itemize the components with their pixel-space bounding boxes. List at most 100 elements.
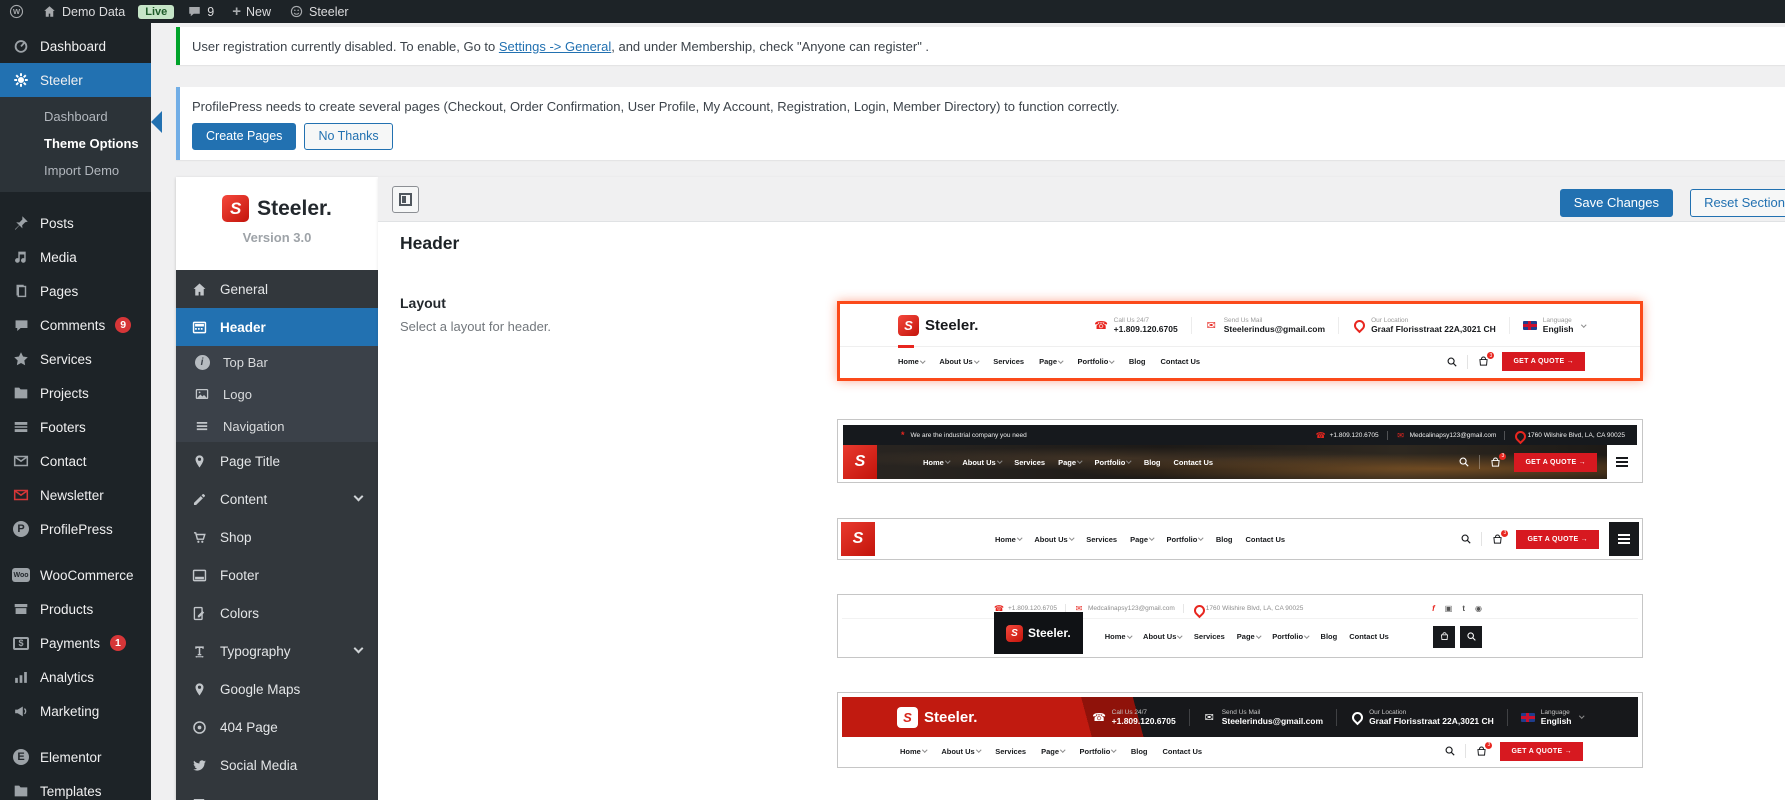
header-layout-option-5[interactable]: S Steeler. Call Us 24/7+1.809.120.6705	[837, 692, 1643, 768]
theme-menu-navigation[interactable]: Navigation	[176, 410, 378, 442]
settings-general-link[interactable]: Settings -> General	[499, 39, 611, 54]
theme-menu-page-title[interactable]: Page Title	[176, 442, 378, 480]
sidebar-item-elementor[interactable]: E Elementor	[0, 740, 151, 774]
sidebar-item-templates[interactable]: Templates	[0, 774, 151, 800]
theme-menu-header[interactable]: Header	[176, 308, 378, 346]
submenu-item-theme-options[interactable]: Theme Options	[0, 130, 151, 157]
cart-icon[interactable]: 3	[1491, 529, 1509, 546]
preview-nav-link[interactable]: Services	[1194, 632, 1225, 641]
wordpress-logo-menu[interactable]	[0, 0, 33, 23]
get-a-quote-button[interactable]: GET A QUOTE →	[1514, 452, 1597, 472]
preview-nav-link[interactable]: Home	[898, 357, 926, 366]
theme-menu-404-page[interactable]: 404 Page	[176, 708, 378, 746]
cart-icon[interactable]	[1433, 625, 1455, 648]
create-pages-button[interactable]: Create Pages	[192, 123, 297, 150]
preview-nav-link[interactable]: Page	[1058, 458, 1083, 467]
preview-nav-link[interactable]: Blog	[1321, 632, 1338, 641]
header-layout-option-3[interactable]: S Home About Us Services Page Portfolio Blog C…	[837, 518, 1643, 560]
sidebar-item-woocommerce[interactable]: Woo WooCommerce	[0, 558, 151, 592]
preview-nav-link[interactable]: Home	[900, 747, 928, 756]
theme-menu-google-maps[interactable]: Google Maps	[176, 670, 378, 708]
preview-nav-link[interactable]: Blog	[1144, 458, 1161, 467]
cart-icon[interactable]: 3	[1489, 452, 1507, 469]
sidebar-item-footers[interactable]: Footers	[0, 410, 151, 444]
submenu-item-import-demo[interactable]: Import Demo	[0, 157, 151, 184]
get-a-quote-button[interactable]: GET A QUOTE →	[1516, 529, 1599, 549]
sidebar-item-payments[interactable]: $ Payments 1	[0, 626, 151, 660]
comments-menu[interactable]: 9	[178, 0, 223, 23]
preview-nav-link[interactable]: Blog	[1216, 535, 1233, 544]
sidebar-item-profilepress[interactable]: P ProfilePress	[0, 512, 151, 546]
submenu-item-dashboard[interactable]: Dashboard	[0, 103, 151, 130]
no-thanks-button[interactable]: No Thanks	[304, 123, 393, 150]
theme-menu-footer[interactable]: Footer	[176, 556, 378, 594]
layout-toggle-button[interactable]	[392, 186, 419, 213]
preview-nav-link[interactable]: Home	[995, 535, 1023, 544]
get-a-quote-button[interactable]: GET A QUOTE →	[1502, 352, 1585, 371]
preview-nav-link[interactable]: Page	[1041, 747, 1066, 756]
preview-nav-link[interactable]: Portfolio	[1095, 458, 1132, 467]
preview-nav-link[interactable]: Blog	[1129, 357, 1146, 366]
preview-nav-link[interactable]: Services	[1014, 458, 1045, 467]
preview-nav-link[interactable]: Portfolio	[1078, 357, 1115, 366]
preview-nav-link[interactable]: Portfolio	[1167, 535, 1204, 544]
theme-menu-top-bar[interactable]: Top Bar	[176, 346, 378, 378]
preview-nav-link[interactable]: Page	[1039, 357, 1064, 366]
preview-nav-link[interactable]: Portfolio	[1080, 747, 1117, 756]
sidebar-item-posts[interactable]: Posts	[0, 206, 151, 240]
theme-menu-logo[interactable]: Logo	[176, 378, 378, 410]
sidebar-item-analytics[interactable]: Analytics	[0, 660, 151, 694]
preview-nav-link[interactable]: About Us	[941, 747, 981, 756]
sidebar-item-projects[interactable]: Projects	[0, 376, 151, 410]
theme-menu-typography[interactable]: Typography	[176, 632, 378, 670]
preview-nav-link[interactable]: Blog	[1131, 747, 1148, 756]
menu-toggle-button[interactable]	[1607, 445, 1637, 479]
search-icon[interactable]	[1460, 533, 1472, 545]
reset-section-button[interactable]: Reset Section	[1690, 189, 1785, 217]
header-layout-option-2[interactable]: * We are the industrial company you need…	[837, 419, 1643, 483]
sidebar-item-products[interactable]: Products	[0, 592, 151, 626]
new-content-menu[interactable]: New	[223, 0, 280, 23]
preview-nav-link[interactable]: Page	[1130, 535, 1155, 544]
preview-nav-link[interactable]: Contact Us	[1163, 747, 1203, 756]
preview-nav-link[interactable]: Contact Us	[1174, 458, 1214, 467]
header-layout-option-1-selected[interactable]: S Steeler. Call Us 24/7+1.809.120.6705	[837, 301, 1643, 381]
preview-nav-link[interactable]: About Us	[1034, 535, 1074, 544]
preview-nav-link[interactable]: Contact Us	[1349, 632, 1389, 641]
preview-nav-link[interactable]: Services	[1086, 535, 1117, 544]
user-account-menu[interactable]: Steeler	[280, 0, 358, 23]
sidebar-item-comments[interactable]: Comments 9	[0, 308, 151, 342]
menu-toggle-button[interactable]	[1609, 522, 1639, 556]
preview-nav-link[interactable]: Home	[923, 458, 951, 467]
site-name-menu[interactable]: Demo Data	[33, 0, 134, 23]
sidebar-item-services[interactable]: Services	[0, 342, 151, 376]
theme-menu-content[interactable]: Content	[176, 480, 378, 518]
get-a-quote-button[interactable]: GET A QUOTE →	[1500, 741, 1583, 761]
social-icon[interactable]	[1475, 604, 1482, 613]
theme-menu-shop[interactable]: Shop	[176, 518, 378, 556]
preview-nav-link[interactable]: Contact Us	[1246, 535, 1286, 544]
header-layout-option-4[interactable]: +1.809.120.6705 Medcalinapsy123@gmail.co…	[837, 594, 1643, 658]
preview-nav-link[interactable]: Page	[1237, 632, 1261, 641]
preview-nav-link[interactable]: Home	[1105, 632, 1132, 641]
social-icon[interactable]	[1432, 604, 1435, 613]
preview-nav-link[interactable]: About Us	[962, 458, 1002, 467]
save-changes-button[interactable]: Save Changes	[1559, 189, 1673, 217]
search-icon[interactable]	[1460, 625, 1482, 648]
preview-nav-link[interactable]: About Us	[1143, 632, 1183, 641]
sidebar-item-dashboard[interactable]: Dashboard	[0, 29, 151, 63]
theme-menu-general[interactable]: General	[176, 270, 378, 308]
preview-nav-link[interactable]: Contact Us	[1161, 357, 1201, 366]
search-icon[interactable]	[1446, 356, 1458, 368]
preview-nav-link[interactable]: Services	[995, 747, 1026, 756]
social-icon[interactable]	[1462, 604, 1465, 613]
sidebar-item-steeler[interactable]: Steeler	[0, 63, 151, 97]
sidebar-item-newsletter[interactable]: Newsletter	[0, 478, 151, 512]
preview-nav-link[interactable]: Services	[993, 357, 1024, 366]
preview-nav-link[interactable]: Portfolio	[1272, 632, 1310, 641]
cart-icon[interactable]: 3	[1475, 741, 1493, 758]
theme-menu-partial-item[interactable]	[176, 784, 378, 800]
search-icon[interactable]	[1458, 456, 1470, 468]
sidebar-item-pages[interactable]: Pages	[0, 274, 151, 308]
theme-menu-social-media[interactable]: Social Media	[176, 746, 378, 784]
